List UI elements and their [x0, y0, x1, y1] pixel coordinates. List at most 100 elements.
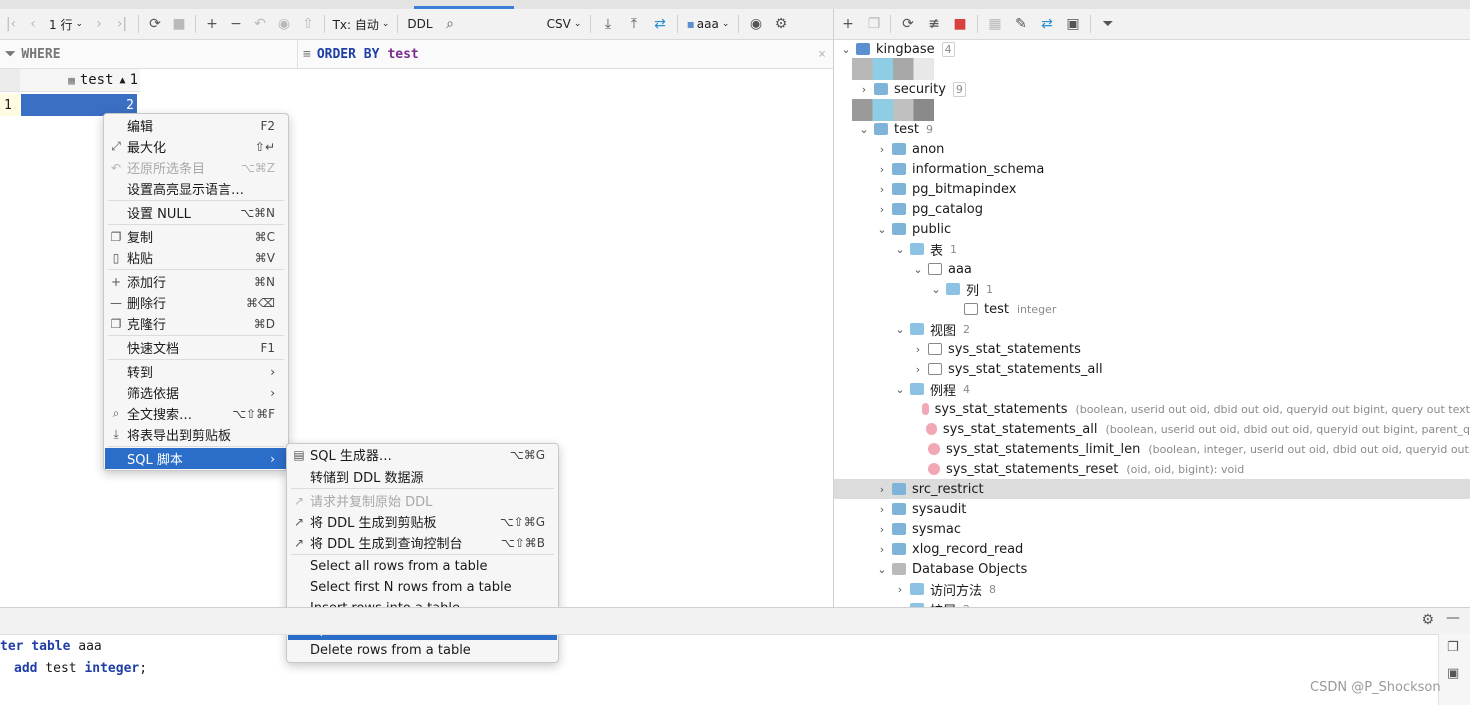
tree-node[interactable]: ⌄ 例程 4 — [834, 379, 1470, 399]
tree-node[interactable]: › security 9 — [834, 79, 1470, 99]
context-menu-item[interactable]: 设置 NULL ⌥⌘N — [105, 202, 287, 223]
expand-arrow-icon[interactable]: › — [876, 163, 888, 176]
submenu-item[interactable]: Select first N rows from a table — [288, 577, 557, 598]
preview-changes-icon[interactable]: ◉ — [272, 9, 296, 39]
expand-arrow-icon[interactable]: › — [858, 83, 870, 96]
revert-icon[interactable]: ↶ — [248, 9, 272, 39]
tree-node[interactable]: test integer — [834, 299, 1470, 319]
tree-node[interactable]: › anon — [834, 139, 1470, 159]
submenu-item[interactable]: Delete rows from a table — [288, 640, 557, 661]
transaction-mode-dropdown[interactable]: Tx: 自动 ⌄ — [329, 9, 393, 39]
collapse-arrow-icon[interactable]: ⌄ — [894, 243, 906, 256]
properties-icon[interactable]: ≢ — [921, 9, 947, 39]
context-menu-item[interactable]: 筛选依据 › — [105, 382, 287, 403]
context-menu-item[interactable]: ⌕ 全文搜索… ⌥⇧⌘F — [105, 403, 287, 424]
tree-node[interactable]: sys_stat_statements_reset (oid, oid, bigi… — [834, 459, 1470, 479]
context-menu-item[interactable]: SQL 脚本 › — [105, 448, 287, 469]
context-menu-item[interactable]: 设置高亮显示语言… — [105, 178, 287, 199]
refresh-icon[interactable]: ⟳ — [895, 9, 921, 39]
context-menu-item[interactable]: 快速文档 F1 — [105, 337, 287, 358]
expand-arrow-icon[interactable]: › — [876, 143, 888, 156]
context-menu-item[interactable]: 转到 › — [105, 361, 287, 382]
tree-node[interactable]: › sys_stat_statements — [834, 339, 1470, 359]
gear-icon[interactable]: ⚙ — [1421, 612, 1434, 628]
tree-node[interactable]: ⌄ 视图 2 — [834, 319, 1470, 339]
tree-node[interactable]: ⌄ kingbase 4 — [834, 39, 1470, 59]
compare-icon[interactable]: ⇄ — [1034, 9, 1060, 39]
expand-arrow-icon[interactable]: › — [876, 203, 888, 216]
collapse-arrow-icon[interactable]: ⌄ — [930, 283, 942, 296]
minimize-icon[interactable]: — — [1446, 610, 1460, 626]
context-menu-item[interactable]: ▯ 粘贴 ⌘V — [105, 247, 287, 268]
tree-node[interactable]: › sysmac — [834, 519, 1470, 539]
submenu-item[interactable]: ↗ 将 DDL 生成到剪贴板 ⌥⇧⌘G — [288, 511, 557, 532]
collapse-arrow-icon[interactable]: ⌄ — [840, 43, 852, 56]
stop-icon[interactable]: ■ — [947, 9, 973, 39]
tree-node[interactable]: ⌄ 列 1 — [834, 279, 1470, 299]
order-by-input[interactable]: ≡ ORDER BY test × — [297, 40, 834, 68]
next-page-icon[interactable]: › — [88, 9, 110, 39]
tree-node[interactable]: ⌄ Database Objects — [834, 559, 1470, 579]
schema-dropdown[interactable]: ▪ aaa ⌄ — [682, 9, 734, 39]
collapse-arrow-icon[interactable]: ⌄ — [894, 323, 906, 336]
gear-icon[interactable]: ⚙ — [769, 9, 793, 39]
console-icon[interactable]: ▣ — [1060, 9, 1086, 39]
expand-arrow-icon[interactable]: › — [876, 183, 888, 196]
edit-icon[interactable]: ✎ — [1008, 9, 1034, 39]
context-menu-item[interactable]: ❐ 克隆行 ⌘D — [105, 313, 287, 334]
eye-icon[interactable]: ◉ — [743, 9, 769, 39]
context-menu-item[interactable]: 编辑 F2 — [105, 115, 287, 136]
tree-node[interactable]: ⌄ aaa — [834, 259, 1470, 279]
collapse-arrow-icon[interactable]: ⌄ — [876, 563, 888, 576]
compare-icon[interactable]: ⇄ — [647, 9, 673, 39]
context-menu-item[interactable]: — 删除行 ⌘⌫ — [105, 292, 287, 313]
collapse-arrow-icon[interactable]: ⌄ — [912, 263, 924, 276]
export-format-dropdown[interactable]: CSV ⌄ — [542, 9, 586, 39]
expand-arrow-icon[interactable]: › — [894, 583, 906, 596]
expand-arrow-icon[interactable]: › — [912, 363, 924, 376]
submit-icon[interactable]: ⇧ — [296, 9, 320, 39]
tree-node[interactable]: sys_stat_statements (boolean, userid out … — [834, 399, 1470, 419]
stop-icon[interactable]: ■ — [167, 9, 191, 39]
expand-arrow-icon[interactable]: › — [876, 503, 888, 516]
sort-asc-icon[interactable]: ▲ — [120, 75, 126, 86]
ddl-preview[interactable]: ter table aaa add test integer; — [0, 636, 147, 680]
submenu-item[interactable]: ↗ 将 DDL 生成到查询控制台 ⌥⇧⌘B — [288, 532, 557, 553]
context-menu-item[interactable]: ❐ 复制 ⌘C — [105, 226, 287, 247]
submenu-item[interactable]: 转储到 DDL 数据源 — [288, 466, 557, 487]
context-menu-item[interactable]: + 添加行 ⌘N — [105, 271, 287, 292]
tree-node[interactable]: ›扩展2 — [834, 599, 1470, 607]
first-page-icon[interactable]: |‹ — [0, 9, 22, 39]
submenu-item[interactable]: Select all rows from a table — [288, 556, 557, 577]
upload-icon[interactable]: ⤒ — [621, 9, 647, 39]
tree-node[interactable]: ⌄ test 9 — [834, 119, 1470, 139]
clear-icon[interactable]: × — [818, 47, 826, 62]
collapse-arrow-icon[interactable]: ⌄ — [876, 223, 888, 236]
expand-arrow-icon[interactable]: › — [876, 543, 888, 556]
expand-arrow-icon[interactable]: › — [912, 343, 924, 356]
row-count-dropdown[interactable]: 1 行 ⌄ — [44, 9, 88, 39]
tree-node[interactable]: › information_schema — [834, 159, 1470, 179]
last-page-icon[interactable]: ›| — [110, 9, 134, 39]
submenu-item[interactable]: ▤ SQL 生成器… ⌥⌘G — [288, 444, 557, 465]
collapse-arrow-icon[interactable]: ⌄ — [858, 123, 870, 136]
expand-arrow-icon[interactable]: › — [876, 523, 888, 536]
table-icon[interactable]: ▦ — [982, 9, 1008, 39]
tree-node[interactable]: › src_restrict — [834, 479, 1470, 499]
context-menu-item[interactable]: ⤢ 最大化 ⇧↵ — [105, 136, 287, 157]
refresh-icon[interactable]: ⟳ — [143, 9, 167, 39]
tree-node[interactable]: › 访问方法 8 — [834, 579, 1470, 599]
where-filter-input[interactable]: ⏷ WHERE — [0, 40, 296, 68]
copy-icon[interactable]: ❐ — [862, 9, 886, 39]
tree-node[interactable]: › sys_stat_statements_all — [834, 359, 1470, 379]
column-header-test[interactable]: ▦ test ▲ 1 — [21, 69, 138, 91]
download-icon[interactable]: ⤓ — [595, 9, 621, 39]
ddl-button[interactable]: DDL — [402, 9, 438, 39]
collapse-arrow-icon[interactable]: ⌄ — [894, 383, 906, 396]
filter-icon[interactable]: ⏷ — [1095, 9, 1121, 39]
tree-node[interactable]: sys_stat_statements_all (boolean, userid … — [834, 419, 1470, 439]
tree-node[interactable]: sys_stat_statements_limit_len (boolean, i… — [834, 439, 1470, 459]
tree-node[interactable]: ⌄ 表 1 — [834, 239, 1470, 259]
expand-arrow-icon[interactable]: › — [876, 483, 888, 496]
add-icon[interactable]: + — [834, 9, 862, 39]
